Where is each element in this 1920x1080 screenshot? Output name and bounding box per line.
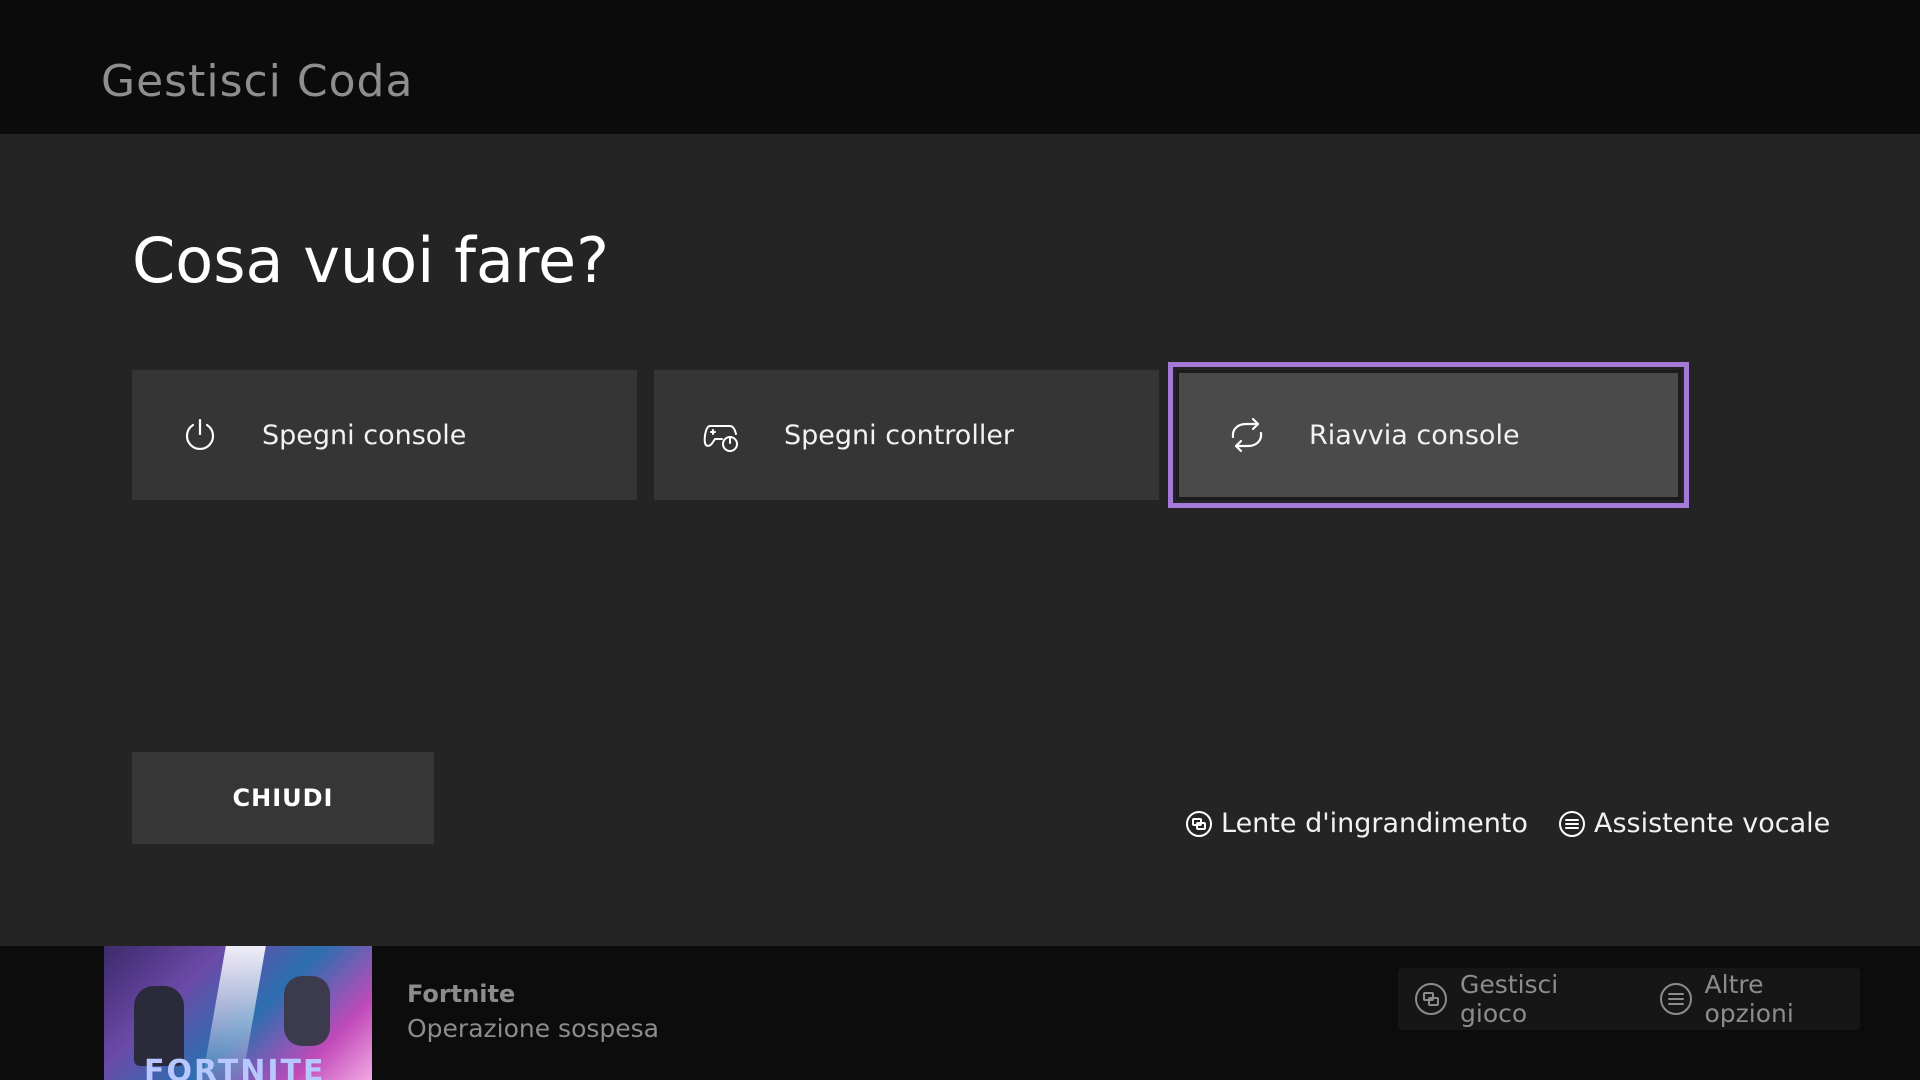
game-name: Fortnite bbox=[407, 980, 516, 1008]
game-thumbnail: FORTNITE bbox=[104, 946, 372, 1080]
page-title: Gestisci Coda bbox=[101, 56, 414, 107]
hint-manage-game[interactable]: Gestisci gioco bbox=[1414, 970, 1633, 1028]
narrator-label: Assistente vocale bbox=[1594, 808, 1831, 839]
controller-hints: Gestisci gioco Altre opzioni bbox=[1398, 968, 1860, 1030]
hint-label: Altre opzioni bbox=[1704, 970, 1794, 1028]
dialog-heading: Cosa vuoi fare? bbox=[132, 224, 610, 297]
top-bar: Gestisci Coda bbox=[0, 0, 1920, 134]
controller-power-icon bbox=[702, 415, 742, 455]
game-status: Operazione sospesa bbox=[407, 1014, 660, 1043]
hint-label: Gestisci gioco bbox=[1460, 970, 1559, 1028]
hint-more-options[interactable]: Altre opzioni bbox=[1659, 970, 1860, 1028]
close-button[interactable]: CHIUDI bbox=[132, 752, 434, 844]
magnifier-shortcut[interactable]: Lente d'ingrandimento bbox=[1185, 808, 1528, 839]
power-dialog: Cosa vuoi fare? Spegni console Spegni co… bbox=[0, 134, 1920, 946]
option-label: Spegni controller bbox=[784, 419, 1015, 451]
thumbnail-logo: FORTNITE bbox=[144, 1054, 326, 1080]
option-restart-console[interactable]: Riavvia console bbox=[1168, 362, 1689, 508]
option-label: Riavvia console bbox=[1309, 419, 1520, 451]
option-shutdown-controller[interactable]: Spegni controller bbox=[654, 370, 1159, 500]
menu-button-icon bbox=[1558, 810, 1586, 838]
option-label: Spegni console bbox=[262, 419, 467, 451]
magnifier-label: Lente d'ingrandimento bbox=[1221, 808, 1528, 839]
bottom-bar: FORTNITE Fortnite Operazione sospesa Ges… bbox=[0, 946, 1920, 1080]
power-icon bbox=[180, 415, 220, 455]
restart-icon bbox=[1227, 415, 1267, 455]
view-button-icon bbox=[1414, 982, 1448, 1016]
option-shutdown-console[interactable]: Spegni console bbox=[132, 370, 637, 500]
view-button-icon bbox=[1185, 810, 1213, 838]
menu-button-icon bbox=[1659, 982, 1693, 1016]
narrator-shortcut[interactable]: Assistente vocale bbox=[1558, 808, 1830, 839]
